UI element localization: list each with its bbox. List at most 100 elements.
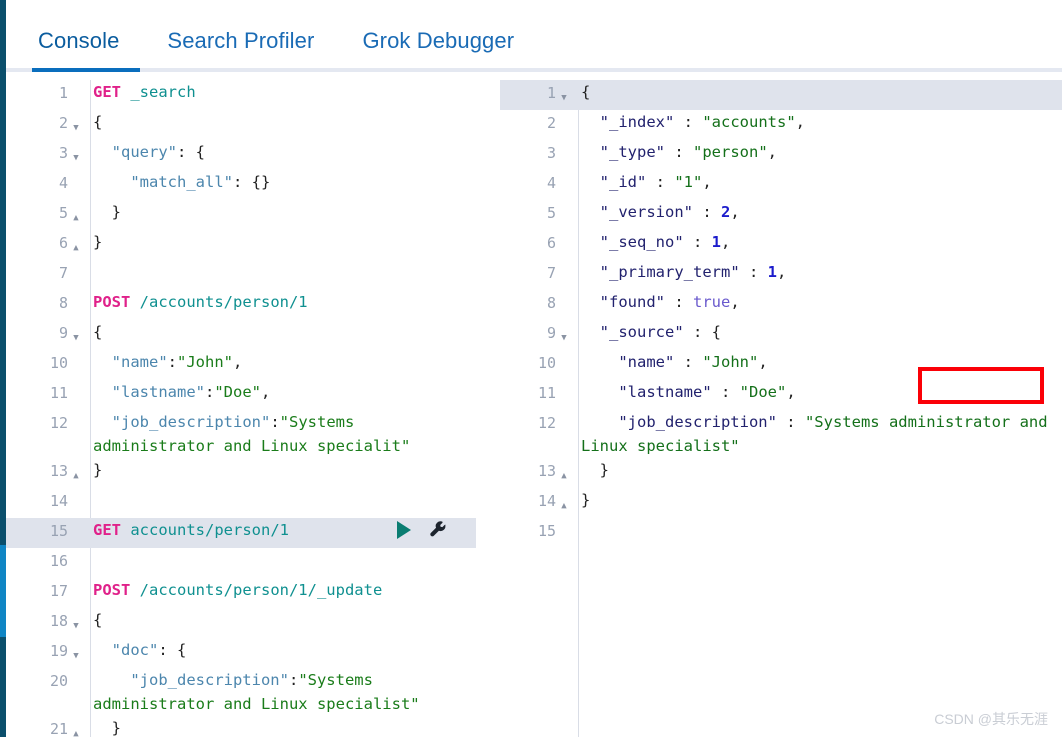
tab-search-profiler[interactable]: Search Profiler [167,28,314,68]
request-editor-pane[interactable]: 1 GET _search 2 ▼{3 ▼ "query": {4 "match_al… [6,80,478,737]
code-line[interactable]: 21 ▲ } [6,716,478,737]
code-text[interactable]: { [84,320,478,344]
code-line[interactable]: 2 ▼{ [6,110,478,140]
code-line[interactable]: 10 "name" : "John", [500,350,1062,380]
code-line[interactable]: 10 "name":"John", [6,350,478,380]
code-line[interactable]: 20 "job_description":"Systems administra… [6,668,478,716]
code-line[interactable]: 5 "_version" : 2, [500,200,1062,230]
fold-collapse-icon[interactable]: ▼ [68,638,84,668]
code-line[interactable]: 14 ▲} [500,488,1062,518]
line-number: 18 [49,612,68,630]
code-text[interactable]: "_index" : "accounts", [572,110,1062,134]
code-text[interactable]: } [572,458,1062,482]
code-line[interactable]: 7 "_primary_term" : 1, [500,260,1062,290]
code-text[interactable]: } [84,200,478,224]
code-text[interactable]: "job_description":"Systems administrator… [84,668,478,716]
code-text[interactable] [84,548,478,572]
code-text[interactable]: POST /accounts/person/1/_update [84,578,478,602]
code-text[interactable]: "name":"John", [84,350,478,374]
code-text[interactable]: "_seq_no" : 1, [572,230,1062,254]
code-text[interactable]: POST /accounts/person/1 [84,290,478,314]
fold-collapse-icon[interactable]: ▼ [556,80,572,110]
code-line[interactable]: 14 [6,488,478,518]
line-number: 8 [58,294,68,312]
code-text[interactable]: "name" : "John", [572,350,1062,374]
code-line[interactable]: 11 "lastname":"Doe", [6,380,478,410]
fold-expand-icon[interactable]: ▲ [68,458,84,488]
code-line[interactable]: 16 [6,548,478,578]
fold-expand-icon[interactable]: ▲ [556,488,572,518]
code-line[interactable]: 18 ▼{ [6,608,478,638]
code-line[interactable]: 9 ▼ "_source" : { [500,320,1062,350]
code-line[interactable]: 15 GET accounts/person/1 [6,518,478,548]
code-text[interactable] [84,260,478,284]
fold-collapse-icon[interactable]: ▼ [68,608,84,638]
code-text[interactable]: "lastname" : "Doe", [572,380,1062,404]
code-line[interactable]: 19 ▼ "doc": { [6,638,478,668]
code-line[interactable]: 7 [6,260,478,290]
code-line[interactable]: 17 POST /accounts/person/1/_update [6,578,478,608]
code-text[interactable]: } [84,458,478,482]
code-line[interactable]: 5 ▲ } [6,200,478,230]
code-line[interactable]: 8 "found" : true, [500,290,1062,320]
code-text[interactable]: } [84,230,478,254]
code-text[interactable]: { [572,80,1062,104]
code-line[interactable]: 9 ▼{ [6,320,478,350]
fold-expand-icon[interactable]: ▲ [68,200,84,230]
code-text[interactable]: "_id" : "1", [572,170,1062,194]
fold-collapse-icon[interactable]: ▼ [556,320,572,350]
code-line[interactable]: 1 ▼{ [500,80,1062,110]
code-line[interactable]: 13 ▲} [6,458,478,488]
tab-grok-debugger[interactable]: Grok Debugger [362,28,514,68]
fold-expand-icon[interactable]: ▲ [68,230,84,260]
code-line[interactable]: 2 "_index" : "accounts", [500,110,1062,140]
code-text[interactable]: "doc": { [84,638,478,662]
code-text[interactable]: } [572,488,1062,512]
code-text[interactable]: "_version" : 2, [572,200,1062,224]
fold-expand-icon[interactable]: ▲ [68,716,84,737]
fold-expand-icon[interactable]: ▲ [556,458,572,488]
code-line[interactable]: 3 "_type" : "person", [500,140,1062,170]
code-line[interactable]: 13 ▲ } [500,458,1062,488]
code-text[interactable]: "_primary_term" : 1, [572,260,1062,284]
code-line[interactable]: 3 ▼ "query": { [6,140,478,170]
code-text[interactable]: } [84,716,478,737]
code-text[interactable]: GET _search [84,80,478,104]
code-text[interactable]: "lastname":"Doe", [84,380,478,404]
code-line[interactable]: 6 "_seq_no" : 1, [500,230,1062,260]
code-line[interactable]: 12 "job_description":"Systems administra… [6,410,478,458]
code-line[interactable]: 8 POST /accounts/person/1 [6,290,478,320]
code-text[interactable] [572,518,1062,542]
code-text[interactable]: { [84,608,478,632]
line-number: 12 [49,414,68,432]
code-text[interactable]: "match_all": {} [84,170,478,194]
code-text[interactable]: { [84,110,478,134]
code-text[interactable] [84,488,478,512]
code-text[interactable]: "_type" : "person", [572,140,1062,164]
code-line[interactable]: 6 ▲} [6,230,478,260]
play-icon[interactable] [397,521,411,539]
code-line[interactable]: 12 "job_description" : "Systems administ… [500,410,1062,458]
response-lines[interactable]: 1 ▼{2 "_index" : "accounts", 3 "_type" : "… [500,80,1062,548]
fold-collapse-icon[interactable]: ▼ [68,320,84,350]
code-line[interactable]: 11 "lastname" : "Doe", [500,380,1062,410]
code-line[interactable]: 4 "_id" : "1", [500,170,1062,200]
code-text[interactable]: "_source" : { [572,320,1062,344]
wrench-icon[interactable] [429,520,448,540]
line-number: 7 [58,264,68,282]
code-text[interactable]: "job_description":"Systems administrator… [84,410,478,458]
fold-collapse-icon[interactable]: ▼ [68,110,84,140]
code-text[interactable]: "query": { [84,140,478,164]
response-editor-pane[interactable]: 1 ▼{2 "_index" : "accounts", 3 "_type" : "… [500,80,1062,737]
code-text[interactable]: "found" : true, [572,290,1062,314]
code-line[interactable]: 4 "match_all": {} [6,170,478,200]
request-lines[interactable]: 1 GET _search 2 ▼{3 ▼ "query": {4 "match_al… [6,80,478,737]
fold-collapse-icon[interactable]: ▼ [68,140,84,170]
code-line[interactable]: 15 [500,518,1062,548]
code-text[interactable]: "job_description" : "Systems administrat… [572,410,1062,458]
code-line[interactable]: 1 GET _search [6,80,478,110]
tab-console[interactable]: Console [38,28,119,68]
